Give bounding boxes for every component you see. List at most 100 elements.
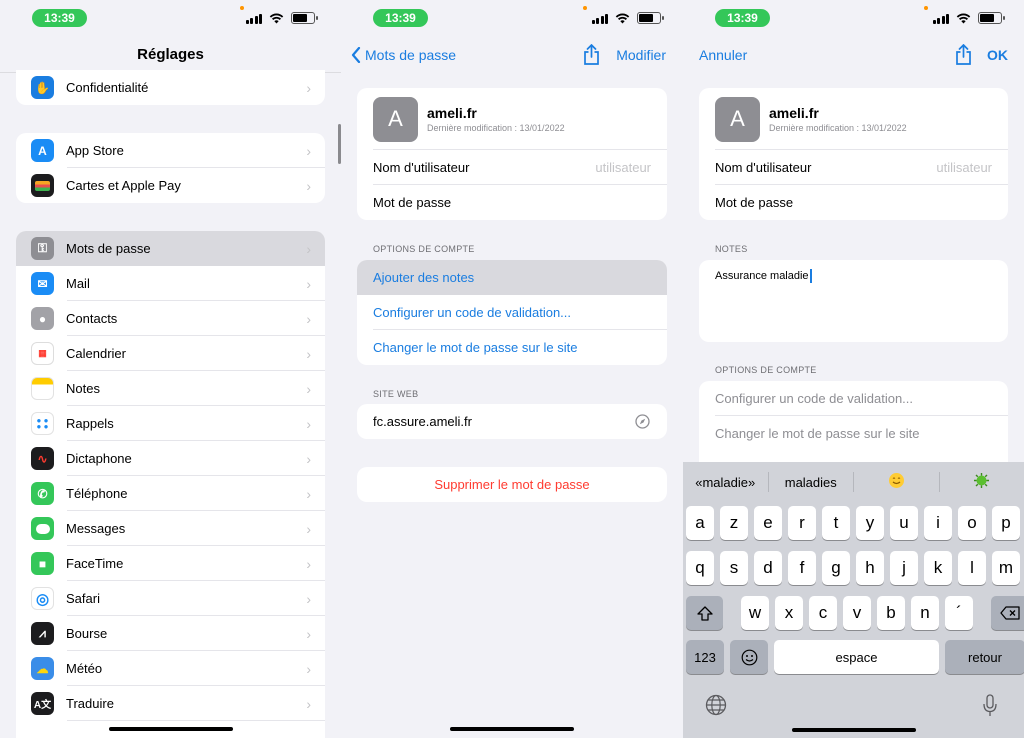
configure-code-button[interactable]: Configurer un code de validation... — [699, 381, 1008, 416]
settings-item-contacts[interactable]: ● Contacts › — [16, 301, 325, 336]
key-y[interactable]: y — [856, 506, 884, 540]
delete-key[interactable] — [991, 596, 1024, 630]
modified-date: Dernière modification : 13/01/2022 — [769, 123, 907, 133]
username-row[interactable]: Nom d'utilisateur utilisateur — [699, 150, 1008, 185]
chevron-right-icon: › — [306, 345, 311, 362]
microphone-icon[interactable] — [982, 694, 998, 718]
add-notes-button[interactable]: Ajouter des notes — [357, 260, 667, 295]
key-s[interactable]: s — [720, 551, 748, 585]
globe-icon[interactable] — [705, 694, 727, 716]
reminders-icon: ● ● ● ● — [31, 412, 54, 435]
key-n[interactable]: n — [911, 596, 939, 630]
key-b[interactable]: b — [877, 596, 905, 630]
ok-button[interactable]: OK — [987, 47, 1008, 63]
battery-icon — [291, 12, 318, 24]
website-url: fc.assure.ameli.fr — [373, 414, 472, 429]
account-header: A ameli.fr Dernière modification : 13/01… — [357, 88, 667, 150]
safari-icon: ◎ — [31, 587, 54, 610]
key-c[interactable]: c — [809, 596, 837, 630]
key-z[interactable]: z — [720, 506, 748, 540]
stocks-icon: ⩘ — [31, 622, 54, 645]
home-indicator[interactable] — [791, 728, 916, 732]
emoji-key[interactable] — [730, 640, 768, 674]
edit-button[interactable]: Modifier — [616, 47, 666, 63]
home-indicator[interactable] — [108, 727, 233, 731]
suggestion-2[interactable]: maladies — [769, 475, 854, 490]
key-accent[interactable]: ´ — [945, 596, 973, 630]
return-key[interactable]: retour — [945, 640, 1024, 674]
settings-item-safari[interactable]: ◎ Safari › — [16, 581, 325, 616]
key-m[interactable]: m — [992, 551, 1020, 585]
shift-key[interactable] — [686, 596, 723, 630]
settings-item-traduire[interactable]: A文 Traduire › — [16, 686, 325, 721]
settings-item-app-store[interactable]: A App Store › — [16, 133, 325, 168]
website-row[interactable]: fc.assure.ameli.fr — [357, 404, 667, 439]
settings-item-calendrier[interactable]: ▦ Calendrier › — [16, 336, 325, 371]
key-e[interactable]: e — [754, 506, 782, 540]
emoji-suggestion-smile[interactable] — [854, 472, 939, 492]
key-k[interactable]: k — [924, 551, 952, 585]
key-t[interactable]: t — [822, 506, 850, 540]
key-u[interactable]: u — [890, 506, 918, 540]
home-indicator[interactable] — [450, 727, 574, 731]
delete-password-button[interactable]: Supprimer le mot de passe — [357, 467, 667, 502]
settings-item-telephone[interactable]: ✆ Téléphone › — [16, 476, 325, 511]
share-icon[interactable] — [955, 44, 972, 65]
settings-item-wallet[interactable]: Cartes et Apple Pay › — [16, 168, 325, 203]
username-row[interactable]: Nom d'utilisateur utilisateur — [357, 150, 667, 185]
status-bar: 13:39 — [683, 0, 1024, 36]
key-a[interactable]: a — [686, 506, 714, 540]
configure-code-label: Configurer un code de validation... — [715, 391, 914, 406]
privacy-indicator — [583, 6, 587, 10]
password-row[interactable]: Mot de passe — [357, 185, 667, 220]
settings-item-mail[interactable]: ✉ Mail › — [16, 266, 325, 301]
settings-item-dictaphone[interactable]: ∿ Dictaphone › — [16, 441, 325, 476]
notes-text-area[interactable]: Assurance maladie — [699, 260, 1008, 283]
password-row[interactable]: Mot de passe — [699, 185, 1008, 220]
settings-item-label: Météo — [66, 661, 103, 676]
change-password-button[interactable]: Changer le mot de passe sur le site — [699, 416, 1008, 451]
voice-memos-icon: ∿ — [31, 447, 54, 470]
settings-item-bourse[interactable]: ⩘ Bourse › — [16, 616, 325, 651]
notes-text: Assurance maladie — [715, 269, 809, 282]
key-p[interactable]: p — [992, 506, 1020, 540]
notes-field[interactable]: Assurance maladie — [699, 260, 1008, 342]
back-button[interactable]: Mots de passe — [351, 47, 456, 63]
settings-item-notes[interactable]: Notes › — [16, 371, 325, 406]
key-r[interactable]: r — [788, 506, 816, 540]
key-o[interactable]: o — [958, 506, 986, 540]
key-v[interactable]: v — [843, 596, 871, 630]
settings-item-facetime[interactable]: ■ FaceTime › — [16, 546, 325, 581]
key-j[interactable]: j — [890, 551, 918, 585]
key-d[interactable]: d — [754, 551, 782, 585]
settings-item-confidentialite[interactable]: ✋ Confidentialité › — [16, 70, 325, 105]
suggestion-1[interactable]: «maladie» — [683, 475, 768, 490]
key-i[interactable]: i — [924, 506, 952, 540]
key-g[interactable]: g — [822, 551, 850, 585]
settings-item-rappels[interactable]: ● ● ● ● Rappels › — [16, 406, 325, 441]
space-key[interactable]: espace — [774, 640, 939, 674]
configure-code-button[interactable]: Configurer un code de validation... — [357, 295, 667, 330]
key-w[interactable]: w — [741, 596, 769, 630]
numbers-key[interactable]: 123 — [686, 640, 724, 674]
settings-item-label: Rappels — [66, 416, 114, 431]
key-q[interactable]: q — [686, 551, 714, 585]
change-password-button[interactable]: Changer le mot de passe sur le site — [357, 330, 667, 365]
compass-icon[interactable] — [635, 414, 650, 429]
key-x[interactable]: x — [775, 596, 803, 630]
settings-item-meteo[interactable]: ☁ Météo › — [16, 651, 325, 686]
key-l[interactable]: l — [958, 551, 986, 585]
delete-group: Supprimer le mot de passe — [357, 467, 667, 502]
key-h[interactable]: h — [856, 551, 884, 585]
cancel-button[interactable]: Annuler — [699, 47, 747, 63]
share-icon[interactable] — [583, 44, 600, 65]
back-button-label: Mots de passe — [365, 47, 457, 63]
modified-date: Dernière modification : 13/01/2022 — [427, 123, 565, 133]
emoji-suggestion-germ[interactable] — [940, 472, 1024, 492]
notes-section-header: NOTES — [715, 244, 748, 254]
settings-item-mots-de-passe[interactable]: ⚿ Mots de passe › — [16, 231, 325, 266]
chevron-right-icon: › — [306, 590, 311, 607]
key-f[interactable]: f — [788, 551, 816, 585]
chevron-right-icon: › — [306, 142, 311, 159]
settings-item-messages[interactable]: Messages › — [16, 511, 325, 546]
